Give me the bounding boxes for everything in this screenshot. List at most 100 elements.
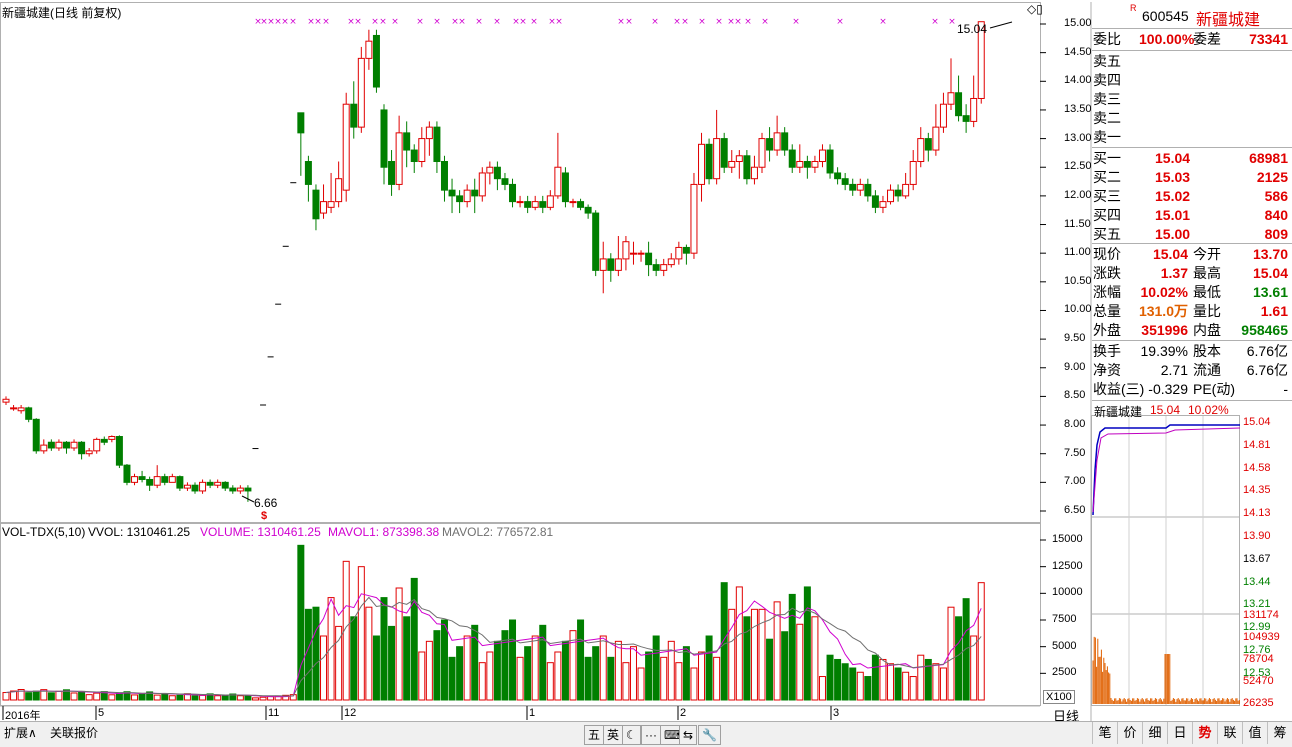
- candle: [440, 155, 448, 202]
- candle: [55, 439, 63, 451]
- toolbar-button[interactable]: 五: [584, 725, 605, 745]
- buy-price: 15.03: [1155, 169, 1191, 185]
- mini-intraday-chart: [1092, 416, 1241, 705]
- buy-volume: 840: [1264, 207, 1288, 223]
- candle: [486, 161, 494, 185]
- stat-label: 涨幅: [1093, 284, 1121, 300]
- stat-value: -: [1283, 381, 1288, 397]
- weicha-value: 73341: [1249, 31, 1288, 47]
- volume-bar: [478, 662, 486, 701]
- buy-row: 买一 15.04 68981: [1093, 149, 1290, 168]
- window-restore-icon[interactable]: ◇▯: [1027, 2, 1043, 16]
- candle: [236, 485, 244, 494]
- right-tab[interactable]: 细: [1142, 722, 1167, 744]
- right-tab[interactable]: 筹: [1267, 722, 1292, 744]
- right-tab[interactable]: 笔: [1092, 722, 1117, 744]
- event-marker: ×: [281, 17, 289, 27]
- candle: [932, 104, 940, 156]
- candle: [773, 115, 781, 156]
- volume-bar: [796, 623, 804, 701]
- candle: [894, 184, 902, 202]
- event-marker: ×: [734, 17, 742, 27]
- event-marker: ×: [458, 17, 466, 27]
- candle: [199, 479, 207, 494]
- event-marker: ×: [836, 17, 844, 27]
- candle: [917, 127, 925, 168]
- volume-bar: [25, 692, 33, 701]
- related-quote-button[interactable]: 关联报价: [50, 724, 98, 741]
- volume-bar: [599, 635, 607, 701]
- volume-bar: [962, 598, 970, 701]
- candle: [304, 155, 312, 202]
- candle: [955, 75, 963, 122]
- volume-bar: [191, 695, 199, 701]
- date-axis-label: 1: [529, 707, 536, 719]
- price-axis-label: 13.00: [1064, 131, 1092, 144]
- right-tab[interactable]: 值: [1242, 722, 1267, 744]
- volume-bar: [977, 582, 985, 701]
- volume-bar: [660, 656, 668, 701]
- volume-bar: [372, 635, 380, 701]
- toolbar-button[interactable]: ···: [641, 725, 661, 745]
- candle: [645, 241, 653, 277]
- right-tab[interactable]: 日: [1167, 722, 1192, 744]
- date-axis-label: 11: [268, 707, 280, 719]
- candle: [947, 58, 955, 110]
- volume-bar: [614, 640, 622, 701]
- sell-row: 卖二: [1093, 110, 1121, 126]
- mini-axis-label: 13.67: [1243, 552, 1271, 565]
- stat-label: 股本: [1193, 343, 1221, 359]
- volume-bar: [554, 651, 562, 701]
- stat-label: 内盘: [1193, 322, 1221, 338]
- stat-label: 最高: [1193, 265, 1221, 281]
- volume-bar: [236, 695, 244, 701]
- right-tab[interactable]: 价: [1117, 722, 1142, 744]
- candle: [123, 464, 131, 486]
- event-marker: ×: [289, 17, 297, 27]
- volume-bar: [698, 651, 706, 701]
- volume-bar: [221, 695, 229, 701]
- stat-label: 净资: [1093, 362, 1121, 378]
- mini-vol-axis-label: 52470: [1243, 675, 1274, 687]
- candle: [131, 473, 139, 486]
- price-axis-label: 6.50: [1064, 504, 1086, 516]
- candle: [637, 250, 645, 262]
- volume-bar: [259, 696, 267, 701]
- toolbar-button[interactable]: 英: [603, 725, 624, 745]
- buy-row: 买五 15.00 809: [1093, 225, 1290, 244]
- price-axis-label: 12.00: [1064, 188, 1092, 201]
- candle: [380, 104, 388, 185]
- right-tab[interactable]: 势: [1192, 722, 1217, 744]
- volume-bar: [251, 697, 259, 701]
- stat-label: 今开: [1193, 246, 1221, 262]
- buy-price: 15.04: [1155, 150, 1191, 166]
- candle: [871, 190, 879, 214]
- mini-stock-name: 新疆城建: [1094, 405, 1143, 419]
- volume-bar: [365, 606, 373, 701]
- mini-pct: 10.02%: [1188, 403, 1229, 417]
- volume-bar: [879, 658, 887, 701]
- candle: [463, 184, 471, 208]
- weibi-label: 委比: [1093, 31, 1121, 47]
- date-axis-label: 2: [680, 707, 687, 719]
- stat-value: 958465: [1241, 322, 1288, 338]
- volume-bar: [78, 690, 86, 701]
- candle: [887, 184, 895, 205]
- event-marker: ×: [948, 17, 956, 27]
- vvol-value: VVOL: 1310461.25: [88, 525, 191, 539]
- expand-button[interactable]: 扩展∧: [4, 724, 37, 741]
- event-marker: ×: [530, 17, 538, 27]
- mavol2-value: MAVOL2: 776572.81: [442, 525, 554, 539]
- candle: [902, 172, 910, 199]
- toolbar-button[interactable]: 🔧: [698, 725, 721, 745]
- event-marker: ×: [625, 17, 633, 27]
- toolbar-button[interactable]: ☾: [622, 725, 641, 745]
- stat-label: 总量: [1093, 303, 1121, 319]
- right-tab[interactable]: 联: [1217, 722, 1242, 744]
- toolbar-button[interactable]: ⇆: [679, 725, 698, 745]
- volume-bar: [902, 671, 910, 701]
- vol-indicator-label[interactable]: VOL-TDX(5,10): [2, 525, 85, 539]
- candle: [516, 195, 524, 208]
- volume-bar: [871, 654, 879, 701]
- volume-bar: [531, 635, 539, 701]
